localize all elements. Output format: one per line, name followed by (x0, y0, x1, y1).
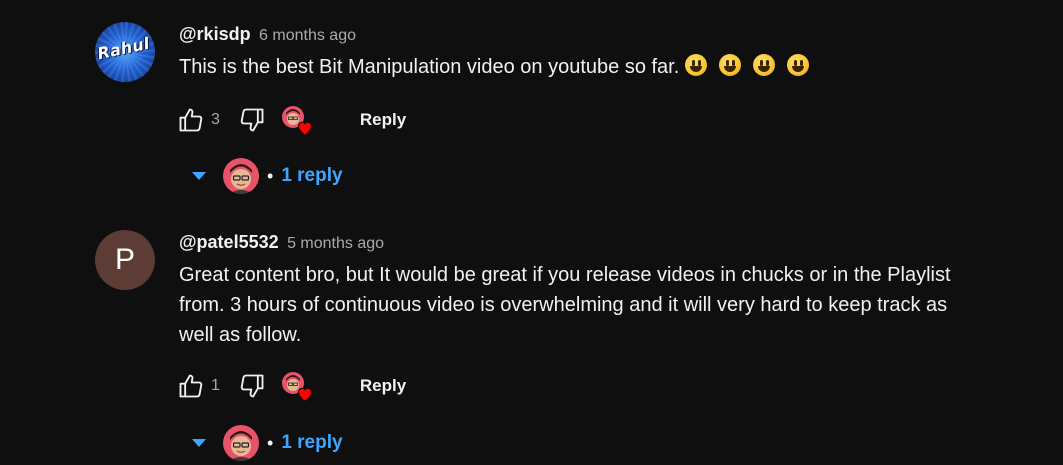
separator-dot: • (267, 432, 274, 453)
creator-heart-icon (297, 387, 312, 402)
comment-header: @rkisdp 6 months ago (179, 22, 1039, 46)
like-count: 1 (211, 377, 220, 394)
comment-actions: 3 Reply (175, 100, 418, 140)
smiley-emoji-icon (787, 54, 810, 76)
comment-actions: 1 Reply (175, 366, 418, 406)
comment-timestamp[interactable]: 6 months ago (259, 27, 356, 44)
comment-text-line: This is the best Bit Manipulation video … (179, 56, 680, 78)
like-count: 3 (211, 111, 220, 128)
thumbs-down-icon (240, 374, 264, 398)
avatar[interactable]: P (95, 230, 155, 290)
thumbs-up-icon (179, 374, 203, 398)
creator-heart[interactable] (281, 372, 312, 402)
dislike-button[interactable] (236, 370, 268, 402)
comment-text-line: from. 3 hours of continuous video is ove… (179, 294, 948, 316)
reply-button[interactable]: Reply (348, 102, 418, 138)
author-handle[interactable]: @patel5532 (179, 232, 279, 252)
smiley-emoji-icon (685, 54, 708, 76)
comment-body: @rkisdp 6 months ago This is the best Bi… (179, 22, 1039, 82)
thumbs-down-icon (240, 108, 264, 132)
comment-header: @patel5532 5 months ago (179, 230, 1039, 254)
comment-text: This is the best Bit Manipulation video … (179, 52, 1039, 82)
comment-text-line: Great content bro, but It would be great… (179, 264, 951, 286)
creator-heart-icon (297, 121, 312, 136)
separator-dot: • (267, 165, 274, 186)
comment-text-line: well as follow. (179, 324, 302, 346)
comment-text: Great content bro, but It would be great… (179, 260, 1039, 350)
replies-count-label[interactable]: 1 reply (281, 165, 342, 187)
creator-heart[interactable] (281, 106, 312, 136)
comment-body: @patel5532 5 months ago Great content br… (179, 230, 1039, 350)
comment-timestamp[interactable]: 5 months ago (287, 235, 384, 252)
replies-count-label[interactable]: 1 reply (281, 432, 342, 454)
reply-button[interactable]: Reply (348, 368, 418, 404)
comment-thread: Rahul @rkisdp 6 months ago This is the b… (95, 22, 1045, 212)
avatar[interactable]: Rahul (95, 22, 155, 82)
avatar-letter: P (114, 243, 135, 276)
comment-thread: P @patel5532 5 months ago Great content … (95, 230, 1045, 465)
reply-author-avatar (223, 425, 259, 461)
caret-down-icon (189, 166, 209, 186)
view-replies-button[interactable]: • 1 reply (181, 156, 343, 196)
thumbs-up-icon (179, 108, 203, 132)
like-button[interactable] (175, 104, 207, 136)
smiley-emoji-icon (719, 54, 742, 76)
smiley-emoji-icon (753, 54, 776, 76)
dislike-button[interactable] (236, 104, 268, 136)
view-replies-button[interactable]: • 1 reply (181, 423, 343, 463)
reply-author-avatar (223, 158, 259, 194)
author-handle[interactable]: @rkisdp (179, 24, 251, 44)
like-button[interactable] (175, 370, 207, 402)
caret-down-icon (189, 433, 209, 453)
